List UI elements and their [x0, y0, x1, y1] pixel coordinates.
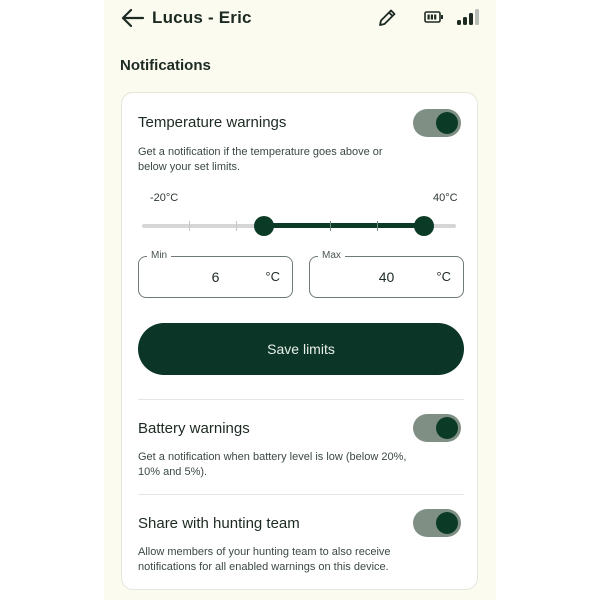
max-field-legend: Max: [318, 250, 345, 261]
notifications-card: Temperature warnings Get a notification …: [121, 92, 478, 590]
temperature-range-slider[interactable]: [142, 211, 456, 241]
slider-selected-range: [264, 223, 424, 228]
range-min-label: -20°C: [150, 192, 179, 204]
pencil-icon: [379, 9, 396, 26]
app-header: Lucus - Eric: [104, 0, 496, 40]
range-max-label: 40°C: [433, 192, 458, 204]
temperature-warnings-title: Temperature warnings: [138, 114, 287, 131]
divider: [138, 494, 464, 495]
back-button[interactable]: [120, 6, 146, 30]
share-team-toggle[interactable]: [413, 509, 461, 537]
min-temperature-field[interactable]: Min 6 °C: [138, 250, 293, 298]
share-team-description: Allow members of your hunting team to al…: [138, 546, 391, 573]
min-field-legend: Min: [147, 250, 172, 261]
signal-bars-icon: [456, 8, 482, 26]
battery-warnings-title: Battery warnings: [138, 420, 250, 437]
section-title: Notifications: [120, 57, 211, 74]
slider-min-thumb[interactable]: [254, 216, 275, 236]
slider-max-thumb[interactable]: [414, 216, 434, 236]
toggle-knob: [436, 112, 458, 134]
slider-tick: [189, 221, 190, 231]
page-title: Lucus - Eric: [152, 8, 252, 27]
share-team-title: Share with hunting team: [138, 515, 300, 532]
slider-tick: [236, 221, 237, 231]
toggle-knob: [436, 512, 458, 534]
temperature-warnings-description: Get a notification if the temperature go…: [138, 146, 383, 173]
battery-icon: [424, 10, 444, 24]
slider-tick: [330, 221, 331, 231]
toggle-knob: [436, 417, 458, 439]
phone-screen: Lucus - Eric Notifications Temperature w…: [104, 0, 496, 600]
slider-tick: [377, 221, 378, 231]
edit-button[interactable]: [376, 7, 398, 29]
min-field-unit: °C: [265, 269, 280, 284]
arrow-left-icon: [121, 8, 145, 28]
save-limits-button[interactable]: Save limits: [138, 323, 464, 375]
temperature-warnings-toggle[interactable]: [413, 109, 461, 137]
divider: [138, 399, 464, 400]
battery-warnings-toggle[interactable]: [413, 414, 461, 442]
battery-warnings-description: Get a notification when battery level is…: [138, 451, 407, 478]
max-temperature-field[interactable]: Max 40 °C: [309, 250, 464, 298]
max-field-unit: °C: [436, 269, 451, 284]
